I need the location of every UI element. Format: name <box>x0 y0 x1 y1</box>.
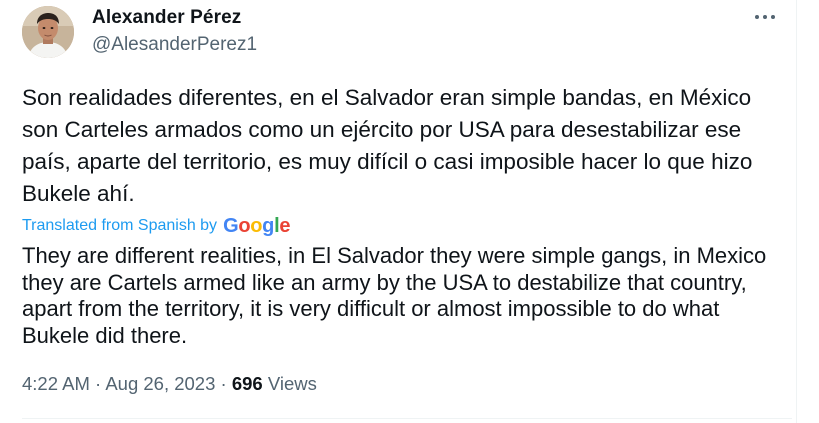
divider <box>22 418 792 419</box>
views-label: Views <box>267 373 317 394</box>
more-options-button[interactable] <box>750 4 780 30</box>
author-display-name[interactable]: Alexander Pérez <box>92 7 241 29</box>
author-handle[interactable]: @AlesanderPerez1 <box>92 34 257 56</box>
more-horizontal-icon <box>755 15 775 19</box>
translated-from-label[interactable]: Translated from Spanish by <box>22 217 217 235</box>
tweet-text: Son realidades diferentes, en el Salvado… <box>22 85 753 206</box>
meta-separator: · <box>215 373 232 394</box>
views-count: 696 <box>231 373 263 394</box>
tweet-card: Alexander Pérez @AlesanderPerez1 Son rea… <box>0 0 797 423</box>
translated-text: They are different realities, in El Salv… <box>22 243 767 348</box>
tweet-date[interactable]: Aug 26, 2023 <box>105 373 215 394</box>
profile-photo-icon <box>22 6 74 58</box>
google-logo: Google <box>223 214 291 237</box>
meta-separator: · <box>89 373 106 394</box>
translation-attribution: Translated from Spanish by Google <box>22 214 290 238</box>
tweet-metadata: 4:22 AM · Aug 26, 2023 · 696 Views <box>22 373 317 395</box>
avatar[interactable] <box>22 6 74 58</box>
tweet-time[interactable]: 4:22 AM <box>22 373 90 394</box>
